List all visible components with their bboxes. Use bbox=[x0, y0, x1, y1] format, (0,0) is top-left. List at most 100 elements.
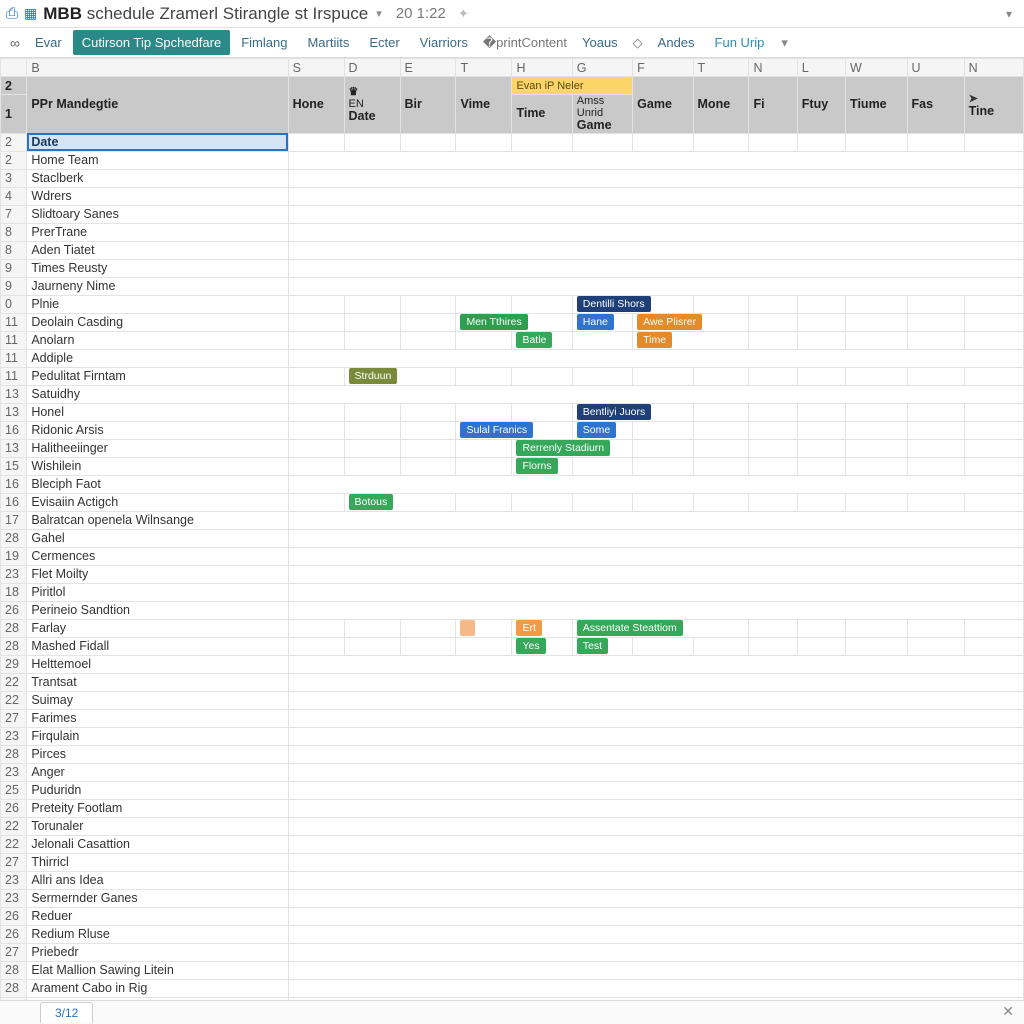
table-row[interactable]: 8PrerTrane bbox=[1, 223, 1024, 241]
col-B[interactable]: B bbox=[27, 59, 288, 77]
col-N2[interactable]: N bbox=[964, 59, 1023, 77]
chip[interactable]: Time bbox=[637, 332, 672, 348]
table-row[interactable]: 23Sermernder Ganes bbox=[1, 889, 1024, 907]
col-L[interactable]: L bbox=[797, 59, 845, 77]
row-num[interactable]: 1 bbox=[1, 95, 27, 134]
table-row[interactable]: 11 Anolarn Batle Time bbox=[1, 331, 1024, 349]
col-H[interactable]: H bbox=[512, 59, 572, 77]
table-row[interactable]: 23Firqulain bbox=[1, 727, 1024, 745]
chip[interactable]: Assentate Steattiom bbox=[577, 620, 683, 636]
chip[interactable]: Bentliyi Juors bbox=[577, 404, 651, 420]
chip[interactable]: Yes bbox=[516, 638, 545, 654]
table-row[interactable]: 23Anger bbox=[1, 763, 1024, 781]
table-row[interactable]: 4Wdrers bbox=[1, 187, 1024, 205]
tab-evar[interactable]: Evar bbox=[26, 30, 71, 55]
tab-ecter[interactable]: Ecter bbox=[360, 30, 408, 55]
table-row[interactable]: 23Flet Moilty bbox=[1, 565, 1024, 583]
tab-funurp[interactable]: Fun Urip bbox=[706, 30, 774, 55]
table-row[interactable]: 17Balratcan openela Wilnsange bbox=[1, 511, 1024, 529]
tab-fimlang[interactable]: Fimlang bbox=[232, 30, 296, 55]
chip[interactable]: Sulal Franics bbox=[460, 422, 533, 438]
chip[interactable]: Rerrenly Stadiurn bbox=[516, 440, 610, 456]
tab-viarriors[interactable]: Viarriors bbox=[411, 30, 477, 55]
table-row[interactable]: 26Preteity Footlam bbox=[1, 799, 1024, 817]
table-row[interactable]: 7Slidtoary Sanes bbox=[1, 205, 1024, 223]
chip[interactable]: Some bbox=[577, 422, 616, 438]
chip[interactable]: Hane bbox=[577, 314, 614, 330]
filter-icon[interactable]: �printContent bbox=[479, 35, 571, 51]
table-row[interactable]: 2Home Team bbox=[1, 151, 1024, 169]
col-S[interactable]: S bbox=[288, 59, 344, 77]
chip[interactable]: Florns bbox=[516, 458, 557, 474]
column-header-row[interactable]: B S D E T H G F T N L W U N bbox=[1, 59, 1024, 77]
table-row[interactable]: 28 Farlay Ert Assentate Steattiom bbox=[1, 619, 1024, 637]
table-row[interactable]: 13Satuidhy bbox=[1, 385, 1024, 403]
table-row[interactable]: 23Allri ans Idea bbox=[1, 871, 1024, 889]
grid[interactable]: B S D E T H G F T N L W U N 2 PPr Mandeg… bbox=[0, 58, 1024, 1000]
table-row[interactable]: 28Gahel bbox=[1, 529, 1024, 547]
table-row[interactable]: 16Bleciph Faot bbox=[1, 475, 1024, 493]
table-row[interactable]: 15 Wishilein Florns bbox=[1, 457, 1024, 475]
tab-overflow-icon[interactable]: ▾ bbox=[775, 35, 794, 51]
table-row[interactable]: 9Jaurneny Nime bbox=[1, 277, 1024, 295]
col-W[interactable]: W bbox=[846, 59, 907, 77]
chip[interactable]: Ert bbox=[516, 620, 541, 636]
chip[interactable]: Botous bbox=[349, 494, 394, 510]
table-row[interactable]: 26Reduer bbox=[1, 907, 1024, 925]
select-all-corner[interactable] bbox=[1, 59, 27, 77]
table-row[interactable]: 11 Deolain Casding Men Tthires Hane Awe … bbox=[1, 313, 1024, 331]
link-icon[interactable]: ∞ bbox=[6, 35, 24, 51]
tab-yoaus[interactable]: Yoaus bbox=[573, 30, 627, 55]
window-menu-icon[interactable]: ▾ bbox=[1006, 7, 1018, 21]
table-row[interactable]: 16 Evisaiin Actigch Botous bbox=[1, 493, 1024, 511]
table-row[interactable]: 28 Mashed Fidall Yes Test bbox=[1, 637, 1024, 655]
table-row[interactable]: 22Trantsat bbox=[1, 673, 1024, 691]
table-row[interactable]: 11Addiple bbox=[1, 349, 1024, 367]
table-row[interactable]: 13 Honel Bentliyi Juors bbox=[1, 403, 1024, 421]
table-row[interactable]: 28Arament Cabo in Rig bbox=[1, 979, 1024, 997]
col-T[interactable]: T bbox=[456, 59, 512, 77]
chip[interactable]: Batle bbox=[516, 332, 552, 348]
table-row[interactable]: 27Farimes bbox=[1, 709, 1024, 727]
table-row[interactable]: 22Suimay bbox=[1, 691, 1024, 709]
spreadsheet[interactable]: B S D E T H G F T N L W U N 2 PPr Mandeg… bbox=[0, 58, 1024, 1000]
table-row[interactable]: 18Piritlol bbox=[1, 583, 1024, 601]
table-row[interactable]: 0 Plnie Dentilli Shors bbox=[1, 295, 1024, 313]
table-row[interactable]: 29Helttemoel bbox=[1, 655, 1024, 673]
table-row[interactable]: 26Redium Rluse bbox=[1, 925, 1024, 943]
table-row[interactable]: 22Torunaler bbox=[1, 817, 1024, 835]
chip[interactable]: Awe Plisrer bbox=[637, 314, 702, 330]
row-num[interactable]: 2 bbox=[1, 77, 27, 95]
tab-andes[interactable]: Andes bbox=[649, 30, 704, 55]
tab-martits[interactable]: Martiits bbox=[298, 30, 358, 55]
close-icon[interactable]: ✕ bbox=[1002, 1003, 1014, 1020]
chip[interactable] bbox=[460, 620, 475, 636]
table-row[interactable]: 28Pirces bbox=[1, 745, 1024, 763]
col-N[interactable]: N bbox=[749, 59, 797, 77]
col-T2[interactable]: T bbox=[693, 59, 749, 77]
col-D[interactable]: D bbox=[344, 59, 400, 77]
table-row[interactable]: 28Elat Mallion Sawing Litein bbox=[1, 961, 1024, 979]
table-row[interactable]: 9Times Reusty bbox=[1, 259, 1024, 277]
cell-selected[interactable]: Date bbox=[27, 133, 288, 151]
chip[interactable]: Strduun bbox=[349, 368, 398, 384]
chip[interactable]: Men Tthires bbox=[460, 314, 527, 330]
table-row[interactable]: 8Aden Tiatet bbox=[1, 241, 1024, 259]
table-row[interactable]: 22Jelonali Casattion bbox=[1, 835, 1024, 853]
title-dropdown-icon[interactable]: ▾ bbox=[376, 7, 382, 20]
table-row[interactable]: 25Puduridn bbox=[1, 781, 1024, 799]
table-row[interactable]: 16 Ridonic Arsis Sulal Franics Some bbox=[1, 421, 1024, 439]
col-G[interactable]: G bbox=[572, 59, 632, 77]
chip[interactable]: Dentilli Shors bbox=[577, 296, 651, 312]
table-row[interactable]: 27Thirricl bbox=[1, 853, 1024, 871]
star-icon[interactable]: ✦ bbox=[458, 6, 469, 22]
table-row[interactable]: 13 Halitheeiinger Rerrenly Stadiurn bbox=[1, 439, 1024, 457]
table-row[interactable]: 26Perineio Sandtion bbox=[1, 601, 1024, 619]
table-row[interactable]: 27Priebedr bbox=[1, 943, 1024, 961]
col-E[interactable]: E bbox=[400, 59, 456, 77]
table-row[interactable]: 19Cermences bbox=[1, 547, 1024, 565]
table-row[interactable]: 11 Pedulitat Firntam Strduun bbox=[1, 367, 1024, 385]
chip[interactable]: Test bbox=[577, 638, 608, 654]
table-row[interactable]: 2 Date bbox=[1, 133, 1024, 151]
col-F[interactable]: F bbox=[633, 59, 693, 77]
